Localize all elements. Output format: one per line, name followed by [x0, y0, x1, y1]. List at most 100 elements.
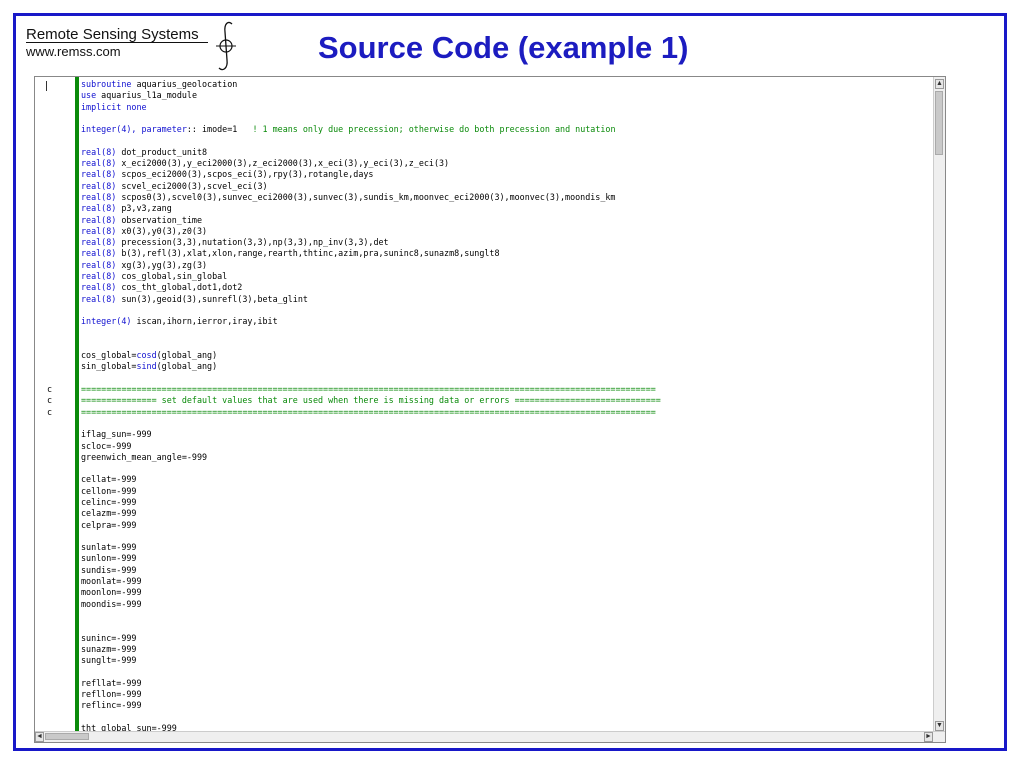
code-line: moonlat=-999: [81, 576, 931, 587]
code-line: sunazm=-999: [81, 644, 931, 655]
code-token: greenwich_mean_angle=-999: [81, 451, 208, 462]
code-token: observation_time: [116, 214, 203, 225]
code-token: moonlat=-999: [81, 576, 142, 587]
slide-title: Source Code (example 1): [318, 30, 689, 65]
logo-name: Remote Sensing Systems: [26, 26, 199, 43]
code-line: real(8) sun(3),geoid(3),sunrefl(3),beta_…: [81, 294, 931, 305]
code-keyword: real(8): [81, 259, 117, 270]
scroll-up-arrow-icon[interactable]: ▲: [935, 79, 944, 89]
code-keyword: integer(4): [81, 316, 132, 327]
code-token: refllon=-999: [81, 689, 142, 700]
code-token: sunazm=-999: [81, 643, 137, 654]
code-token: cos_global,sin_global: [116, 271, 228, 282]
code-keyword: integer(4), parameter: [81, 124, 187, 135]
code-line: real(8) cos_global,sin_global: [81, 271, 931, 282]
code-token: suninc=-999: [81, 632, 137, 643]
code-keyword: use: [81, 90, 97, 101]
code-token: sundis=-999: [81, 564, 137, 575]
code-editor[interactable]: ccc subroutine aquarius_geolocation use a…: [34, 76, 946, 743]
code-token: :: imode=1: [186, 124, 253, 135]
code-line: sundis=-999: [81, 565, 931, 576]
logo-underline: [26, 42, 208, 43]
logo: Remote Sensing Systems www.remss.com: [26, 21, 236, 71]
comment-mark: c: [47, 395, 53, 406]
code-keyword: real(8): [81, 203, 117, 214]
code-line: integer(4), parameter:: imode=1 ! 1 mean…: [81, 124, 931, 135]
scroll-down-arrow-icon[interactable]: ▼: [935, 721, 944, 731]
code-token: p3,v3,zang: [116, 203, 172, 214]
code-token: sunlon=-999: [81, 553, 137, 564]
code-text[interactable]: subroutine aquarius_geolocation use aquar…: [81, 79, 931, 734]
code-line: iflag_sun=-999: [81, 429, 931, 440]
code-line: real(8) x0(3),y0(3),z0(3): [81, 226, 931, 237]
code-token: (global_ang): [156, 361, 218, 372]
code-line: real(8) scpos0(3),scvel0(3),sunvec_eci20…: [81, 192, 931, 203]
code-line: celpra=-999: [81, 520, 931, 531]
scroll-left-arrow-icon[interactable]: ◄: [35, 732, 44, 742]
code-keyword: real(8): [81, 180, 117, 191]
code-line: real(8) b(3),refl(3),xlat,xlon,range,rea…: [81, 248, 931, 259]
vertical-scrollbar[interactable]: ▲ ▼: [933, 77, 945, 733]
code-token: cellon=-999: [81, 485, 137, 496]
code-token: moondis=-999: [81, 598, 142, 609]
code-line: integer(4) iscan,ihorn,ierror,iray,ibit: [81, 316, 931, 327]
code-keyword: real(8): [81, 282, 117, 293]
code-comment: ========================================…: [81, 384, 656, 395]
code-token: sunlat=-999: [81, 542, 137, 553]
code-keyword: real(8): [81, 237, 117, 248]
code-line: ========================================…: [81, 407, 931, 418]
code-token: sin_global=: [81, 361, 137, 372]
vertical-scroll-thumb[interactable]: [935, 91, 943, 155]
code-line: real(8) observation_time: [81, 215, 931, 226]
code-line: cellon=-999: [81, 486, 931, 497]
code-line: scloc=-999: [81, 441, 931, 452]
horizontal-scrollbar[interactable]: ◄ ►: [35, 731, 945, 742]
code-line: refllon=-999: [81, 689, 931, 700]
editor-gutter: [35, 77, 43, 742]
margin-bar: [75, 77, 79, 733]
code-line: subroutine aquarius_geolocation: [81, 79, 931, 90]
code-line: cos_global=cosd(global_ang): [81, 350, 931, 361]
code-line: real(8) precession(3,3),nutation(3,3),np…: [81, 237, 931, 248]
code-token: x0(3),y0(3),z0(3): [116, 225, 208, 236]
code-token: iflag_sun=-999: [81, 429, 152, 440]
code-line: real(8) scpos_eci2000(3),scpos_eci(3),rp…: [81, 169, 931, 180]
code-line: use aquarius_l1a_module: [81, 90, 931, 101]
code-token: cellat=-999: [81, 474, 137, 485]
code-keyword: real(8): [81, 158, 117, 169]
code-line: sunlon=-999: [81, 553, 931, 564]
code-keyword: real(8): [81, 225, 117, 236]
code-line: sin_global=sind(global_ang): [81, 361, 931, 372]
code-token: b(3),refl(3),xlat,xlon,range,rearth,thti…: [116, 248, 500, 259]
code-keyword: real(8): [81, 146, 117, 157]
code-line: ========================================…: [81, 384, 931, 395]
code-token: x_eci2000(3),y_eci2000(3),z_eci2000(3),x…: [116, 158, 450, 169]
code-comment: =============== set default values that …: [81, 395, 661, 406]
code-token: scpos0(3),scvel0(3),sunvec_eci2000(3),su…: [116, 191, 616, 202]
code-keyword: real(8): [81, 169, 117, 180]
code-keyword: subroutine: [81, 79, 132, 89]
code-line: greenwich_mean_angle=-999: [81, 452, 931, 463]
code-line: real(8) scvel_eci2000(3),scvel_eci(3): [81, 181, 931, 192]
text-cursor: [46, 81, 47, 91]
code-line: reflinc=-999: [81, 700, 931, 711]
code-token: precession(3,3),nutation(3,3),np(3,3),np…: [116, 237, 389, 248]
horizontal-scroll-thumb[interactable]: [45, 733, 89, 740]
code-line: sunglt=-999: [81, 655, 931, 666]
code-token: iscan,ihorn,ierror,iray,ibit: [131, 316, 278, 327]
code-token: celinc=-999: [81, 496, 137, 507]
code-keyword: implicit none: [81, 101, 147, 112]
scroll-right-arrow-icon[interactable]: ►: [924, 732, 933, 742]
code-line: moondis=-999: [81, 599, 931, 610]
code-token: cos_tht_global,dot1,dot2: [116, 282, 243, 293]
